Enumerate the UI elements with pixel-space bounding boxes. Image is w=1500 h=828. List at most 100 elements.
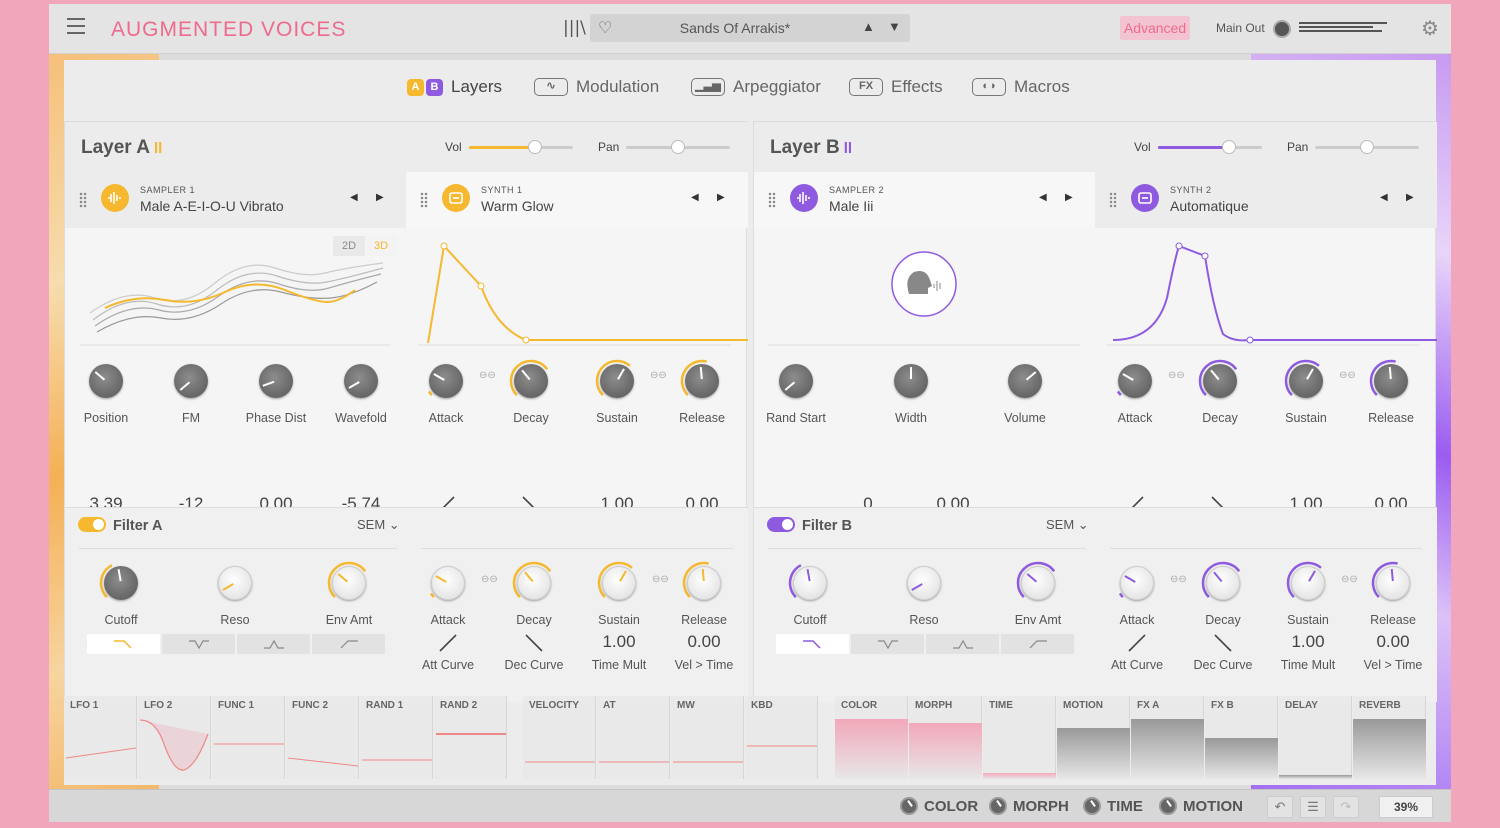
slot-preset-name[interactable]: Male Iii bbox=[829, 198, 873, 214]
mod-source-func-1[interactable]: FUNC 1 bbox=[212, 696, 285, 779]
notch-shape-icon[interactable] bbox=[162, 634, 235, 654]
macro-knob-icon[interactable] bbox=[900, 797, 918, 815]
next-arrow-icon[interactable]: ▶ bbox=[1406, 192, 1414, 203]
wavefold-knob[interactable] bbox=[339, 359, 383, 403]
mod-source-lfo-1[interactable]: LFO 1 bbox=[64, 696, 137, 779]
gear-icon[interactable]: ⚙ bbox=[1421, 16, 1439, 41]
highpass-shape-icon[interactable] bbox=[312, 634, 385, 654]
prev-arrow-icon[interactable]: ◀ bbox=[350, 192, 358, 203]
bandpass-shape-icon[interactable] bbox=[237, 634, 310, 654]
hamburger-icon[interactable] bbox=[67, 18, 85, 34]
link-icon[interactable]: ⊖⊖ bbox=[1341, 574, 1358, 585]
drag-handle-icon[interactable] bbox=[768, 192, 776, 208]
release-knob[interactable] bbox=[1369, 359, 1413, 403]
fm-knob[interactable] bbox=[169, 359, 213, 403]
sustain-knob[interactable] bbox=[595, 359, 639, 403]
mod-source-lfo-2[interactable]: LFO 2 bbox=[138, 696, 211, 779]
preset-prev-icon[interactable]: ▲ bbox=[862, 19, 875, 34]
mod-source-fx-a[interactable]: FX A bbox=[1131, 696, 1204, 779]
release-knob[interactable] bbox=[682, 561, 726, 605]
filter-shape-selector[interactable] bbox=[87, 634, 385, 654]
drag-handle-icon[interactable] bbox=[1109, 192, 1117, 208]
macro-knob-icon[interactable] bbox=[1159, 797, 1177, 815]
mod-source-kbd[interactable]: KBD bbox=[745, 696, 818, 779]
mod-source-velocity[interactable]: VELOCITY bbox=[523, 696, 596, 779]
decay-knob[interactable] bbox=[512, 561, 556, 605]
preset-browser[interactable]: ♡ Sands Of Arrakis* ▲ ▼ bbox=[590, 14, 910, 42]
param-value[interactable]: 0.00 bbox=[1343, 632, 1443, 652]
env-amt-knob[interactable] bbox=[1016, 561, 1060, 605]
macro-color[interactable]: COLOR bbox=[900, 797, 978, 815]
sustain-knob[interactable] bbox=[1284, 359, 1328, 403]
att-curve-icon[interactable] bbox=[1127, 633, 1147, 653]
sampler-2-slot[interactable]: SAMPLER 2 Male Iii ◀ ▶ bbox=[754, 172, 1095, 228]
mod-source-color[interactable]: COLOR bbox=[835, 696, 908, 779]
attack-knob[interactable] bbox=[424, 359, 468, 403]
mod-source-delay[interactable]: DELAY bbox=[1279, 696, 1352, 779]
prev-arrow-icon[interactable]: ◀ bbox=[1039, 192, 1047, 203]
decay-knob[interactable] bbox=[1198, 359, 1242, 403]
decay-knob[interactable] bbox=[509, 359, 553, 403]
mod-source-rand-1[interactable]: RAND 1 bbox=[360, 696, 433, 779]
position-knob[interactable] bbox=[84, 359, 128, 403]
release-knob[interactable] bbox=[1371, 561, 1415, 605]
layer-b-vol-slider[interactable] bbox=[1158, 140, 1262, 154]
next-arrow-icon[interactable]: ▶ bbox=[717, 192, 725, 203]
lowpass-shape-icon[interactable] bbox=[87, 634, 160, 654]
zoom-level[interactable]: 39% bbox=[1379, 796, 1433, 818]
prev-arrow-icon[interactable]: ◀ bbox=[1380, 192, 1388, 203]
link-icon[interactable]: ⊖⊖ bbox=[1170, 574, 1187, 585]
tab-effects[interactable]: FX Effects bbox=[849, 77, 943, 97]
filter-a-toggle[interactable] bbox=[78, 517, 106, 532]
mod-source-at[interactable]: AT bbox=[597, 696, 670, 779]
rand-start-knob[interactable] bbox=[774, 359, 818, 403]
slot-preset-name[interactable]: Male A-E-I-O-U Vibrato bbox=[140, 198, 284, 214]
preset-name[interactable]: Sands Of Arrakis* bbox=[590, 20, 880, 36]
filter-shape-selector[interactable] bbox=[776, 634, 1074, 654]
decay-knob[interactable] bbox=[1201, 561, 1245, 605]
link-icon[interactable]: ⊖⊖ bbox=[1168, 370, 1185, 381]
library-icon[interactable]: |||\ bbox=[563, 18, 586, 38]
sample-display[interactable] bbox=[754, 228, 1095, 346]
link-icon[interactable]: ⊖⊖ bbox=[1339, 370, 1356, 381]
cutoff-knob[interactable] bbox=[788, 561, 832, 605]
synth-1-slot[interactable]: SYNTH 1 Warm Glow ◀ ▶ bbox=[406, 172, 748, 228]
param-value[interactable]: 0.00 bbox=[654, 632, 754, 652]
filter-b-toggle[interactable] bbox=[767, 517, 795, 532]
volume-knob[interactable] bbox=[1003, 359, 1047, 403]
tab-macros[interactable]: ◐◑ Macros bbox=[972, 77, 1070, 97]
macro-knob-icon[interactable] bbox=[989, 797, 1007, 815]
mod-source-mw[interactable]: MW bbox=[671, 696, 744, 779]
view-3d-toggle[interactable]: 3D bbox=[365, 236, 397, 256]
env-amt-knob[interactable] bbox=[327, 561, 371, 605]
notch-shape-icon[interactable] bbox=[851, 634, 924, 654]
redo-icon[interactable]: ↷ bbox=[1333, 796, 1359, 818]
mod-source-func-2[interactable]: FUNC 2 bbox=[286, 696, 359, 779]
layer-b-pan-slider[interactable] bbox=[1315, 140, 1419, 154]
dec-curve-icon[interactable] bbox=[1213, 633, 1233, 653]
link-icon[interactable]: ⊖⊖ bbox=[479, 370, 496, 381]
macro-knob-icon[interactable] bbox=[1083, 797, 1101, 815]
link-icon[interactable]: ⊖⊖ bbox=[650, 370, 667, 381]
history-icon[interactable]: ☰ bbox=[1300, 796, 1326, 818]
mod-source-time[interactable]: TIME bbox=[983, 696, 1056, 779]
main-out-knob[interactable] bbox=[1273, 20, 1291, 38]
sustain-knob[interactable] bbox=[597, 561, 641, 605]
width-knob[interactable] bbox=[889, 359, 933, 403]
undo-icon[interactable]: ↶ bbox=[1267, 796, 1293, 818]
cutoff-knob[interactable] bbox=[99, 561, 143, 605]
mod-source-motion[interactable]: MOTION bbox=[1057, 696, 1130, 779]
phase-dist-knob[interactable] bbox=[254, 359, 298, 403]
mod-source-morph[interactable]: MORPH bbox=[909, 696, 982, 779]
link-icon[interactable]: ⊖⊖ bbox=[652, 574, 669, 585]
mod-source-fx-b[interactable]: FX B bbox=[1205, 696, 1278, 779]
reso-knob[interactable] bbox=[902, 561, 946, 605]
attack-knob[interactable] bbox=[1113, 359, 1157, 403]
envelope-display[interactable] bbox=[1095, 228, 1440, 346]
synth-2-slot[interactable]: SYNTH 2 Automatique ◀ ▶ bbox=[1095, 172, 1437, 228]
macro-time[interactable]: TIME bbox=[1083, 797, 1143, 815]
sustain-knob[interactable] bbox=[1286, 561, 1330, 605]
dec-curve-icon[interactable] bbox=[524, 633, 544, 653]
att-curve-icon[interactable] bbox=[438, 633, 458, 653]
tab-modulation[interactable]: ∿ Modulation bbox=[534, 77, 659, 97]
